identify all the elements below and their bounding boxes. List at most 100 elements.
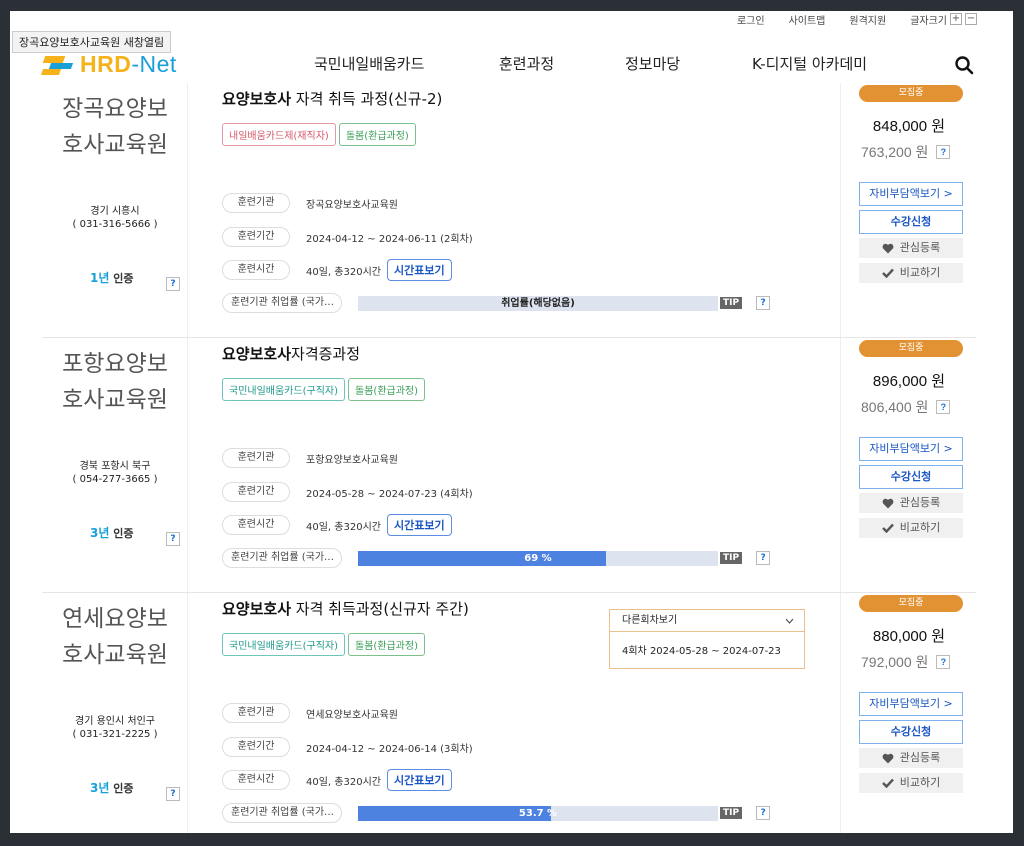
tip-button[interactable]: TIP — [720, 552, 743, 564]
search-icon[interactable] — [954, 55, 974, 75]
utility-nav: 로그인 사이트맵 원격지원 글자크기 + − — [713, 11, 977, 27]
course-title[interactable]: 요양보호사 자격 취득 과정(신규-2) — [222, 88, 442, 109]
apply-button[interactable]: 수강신청 — [859, 465, 963, 489]
font-increase-button[interactable]: + — [950, 13, 962, 25]
login-link[interactable]: 로그인 — [737, 12, 765, 27]
period-label: 훈련기간 — [222, 482, 290, 502]
wishlist-button[interactable]: 관심등록 — [859, 238, 963, 258]
wishlist-button[interactable]: 관심등록 — [859, 493, 963, 513]
cert-help-button[interactable]: ? — [166, 781, 180, 801]
hours-label: 훈련시간 — [222, 515, 290, 535]
employment-label: 훈련기관 취업률 (국가… — [222, 803, 342, 823]
cert-badge: 1년 인증 — [90, 271, 134, 285]
org-panel: 포항요양보 호사교육원 경북 포항시 북구( 054-277-3665 ) 3년 … — [42, 338, 188, 592]
apply-button[interactable]: 수강신청 — [859, 210, 963, 234]
logo-text: HRD-Net — [80, 51, 177, 77]
course-title[interactable]: 요양보호사 자격 취득과정(신규자 주간) — [222, 598, 469, 619]
nav-item-courses[interactable]: 훈련과정 — [499, 53, 554, 74]
period-row: 훈련기간 2024-04-12 ~ 2024-06-14 (3회차) — [222, 737, 473, 757]
font-decrease-button[interactable]: − — [965, 13, 977, 25]
course-card: 포항요양보 호사교육원 경북 포항시 북구( 054-277-3665 ) 3년 … — [42, 338, 976, 593]
schedule-button[interactable]: 시간표보기 — [386, 259, 452, 281]
nav-item-info[interactable]: 정보마당 — [625, 53, 680, 74]
price-help-button[interactable]: ? — [936, 400, 951, 414]
hours-row: 훈련시간 40일, 총320시간 시간표보기 — [222, 514, 452, 536]
course-card: 장곡요양보 호사교육원 경기 시흥시( 031-316-5666 ) 1년 인증 … — [42, 83, 976, 338]
course-tags: 국민내일배움카드(구직자) 돌봄(환급과정) — [222, 633, 428, 656]
period-label: 훈련기간 — [222, 227, 290, 247]
tip-button[interactable]: TIP — [720, 807, 743, 819]
institution-row: 훈련기관 포항요양보호사교육원 — [222, 448, 398, 468]
dropdown-head[interactable]: 다른회차보기 — [610, 610, 804, 632]
org-name[interactable]: 장곡요양보 호사교육원 — [42, 91, 188, 163]
compare-button[interactable]: 비교하기 — [859, 773, 963, 793]
dropdown-option[interactable]: 4회차 2024-05-28 ~ 2024-07-23 — [610, 632, 804, 667]
hrd-net-logo[interactable]: HRD-Net — [40, 51, 177, 78]
price-panel: 모집중 896,000 원 806,400 원? 자비부담액보기 > 수강신청 … — [840, 338, 976, 592]
employment-bar: 53.7 % — [358, 805, 718, 821]
tip-button[interactable]: TIP — [720, 297, 743, 309]
check-icon — [881, 778, 894, 788]
nav-item-card[interactable]: 국민내일배움카드 — [314, 53, 424, 74]
support-price: 763,200 원? — [861, 142, 951, 162]
cert-help-button[interactable]: ? — [166, 271, 180, 291]
course-price: 880,000 원 — [872, 628, 946, 645]
self-pay-button[interactable]: 자비부담액보기 > — [859, 182, 963, 206]
hours-row: 훈련시간 40일, 총320시간 시간표보기 — [222, 769, 452, 791]
other-session-dropdown[interactable]: 다른회차보기 4회차 2024-05-28 ~ 2024-07-23 — [609, 609, 805, 669]
institution-value: 포항요양보호사교육원 — [306, 454, 398, 466]
self-pay-button[interactable]: 자비부담액보기 > — [859, 692, 963, 716]
nav-item-k-digital[interactable]: K-디지털 아카데미 — [752, 53, 867, 74]
period-label: 훈련기간 — [222, 737, 290, 757]
price-panel: 모집중 848,000 원 763,200 원? 자비부담액보기 > 수강신청 … — [840, 83, 976, 337]
institution-value: 장곡요양보호사교육원 — [306, 199, 398, 211]
price-help-button[interactable]: ? — [936, 145, 951, 159]
schedule-button[interactable]: 시간표보기 — [386, 769, 452, 791]
course-title[interactable]: 요양보호사자격증과정 — [222, 343, 360, 364]
org-address: 경기 용인시 처인구( 031-321-2225 ) — [72, 716, 158, 740]
dropdown-label: 다른회차보기 — [622, 615, 678, 626]
employment-row: 훈련기관 취업률 (국가… 69 % TIP ? — [222, 548, 771, 568]
course-info: 요양보호사자격증과정 국민내일배움카드(구직자) 돌봄(환급과정) 훈련기관 포항요… — [222, 338, 782, 592]
link-tooltip: 장곡요양보호사교육원 새창열림 — [12, 31, 172, 53]
period-value: 2024-04-12 ~ 2024-06-11 (2회차) — [306, 233, 473, 245]
heart-icon — [882, 243, 894, 253]
course-tag: 국민내일배움카드(구직자) — [222, 378, 346, 401]
institution-label: 훈련기관 — [222, 703, 290, 723]
institution-label: 훈련기관 — [222, 448, 290, 468]
font-size-control: 글자크기 + − — [910, 12, 977, 27]
org-name[interactable]: 연세요양보 호사교육원 — [42, 601, 188, 673]
cert-badge: 3년 인증 — [90, 526, 134, 540]
apply-button[interactable]: 수강신청 — [859, 720, 963, 744]
course-price: 848,000 원 — [872, 118, 946, 135]
employment-help-button[interactable]: ? — [756, 551, 771, 565]
support-price: 806,400 원? — [861, 397, 951, 417]
check-icon — [881, 268, 894, 278]
heart-icon — [882, 498, 894, 508]
org-name[interactable]: 포항요양보 호사교육원 — [42, 346, 188, 418]
chevron-down-icon — [785, 618, 794, 624]
wishlist-button[interactable]: 관심등록 — [859, 748, 963, 768]
cert-help-button[interactable]: ? — [166, 526, 180, 546]
page: 로그인 사이트맵 원격지원 글자크기 + − 장곡요양보호사교육원 새창열림 H… — [10, 11, 1013, 833]
hours-value: 40일, 총320시간 — [306, 266, 381, 278]
institution-value: 연세요양보호사교육원 — [306, 709, 398, 721]
compare-button[interactable]: 비교하기 — [859, 518, 963, 538]
price-help-button[interactable]: ? — [936, 655, 951, 669]
employment-help-button[interactable]: ? — [756, 296, 771, 310]
remote-support-link[interactable]: 원격지원 — [849, 12, 886, 27]
employment-rate: 53.7 % — [518, 807, 558, 819]
period-value: 2024-05-28 ~ 2024-07-23 (4회차) — [306, 488, 473, 500]
self-pay-button[interactable]: 자비부담액보기 > — [859, 437, 963, 461]
hours-label: 훈련시간 — [222, 260, 290, 280]
compare-button[interactable]: 비교하기 — [859, 263, 963, 283]
sitemap-link[interactable]: 사이트맵 — [789, 12, 826, 27]
cert-badge: 3년 인증 — [90, 781, 134, 795]
course-card: 연세요양보 호사교육원 경기 용인시 처인구( 031-321-2225 ) 3년… — [42, 593, 976, 833]
course-tag: 돌봄(환급과정) — [348, 633, 426, 656]
course-tags: 국민내일배움카드(구직자) 돌봄(환급과정) — [222, 378, 428, 401]
employment-help-button[interactable]: ? — [756, 806, 771, 820]
schedule-button[interactable]: 시간표보기 — [386, 514, 452, 536]
font-size-label: 글자크기 — [910, 15, 947, 27]
employment-bar: 취업률(해당없음) — [358, 295, 718, 311]
